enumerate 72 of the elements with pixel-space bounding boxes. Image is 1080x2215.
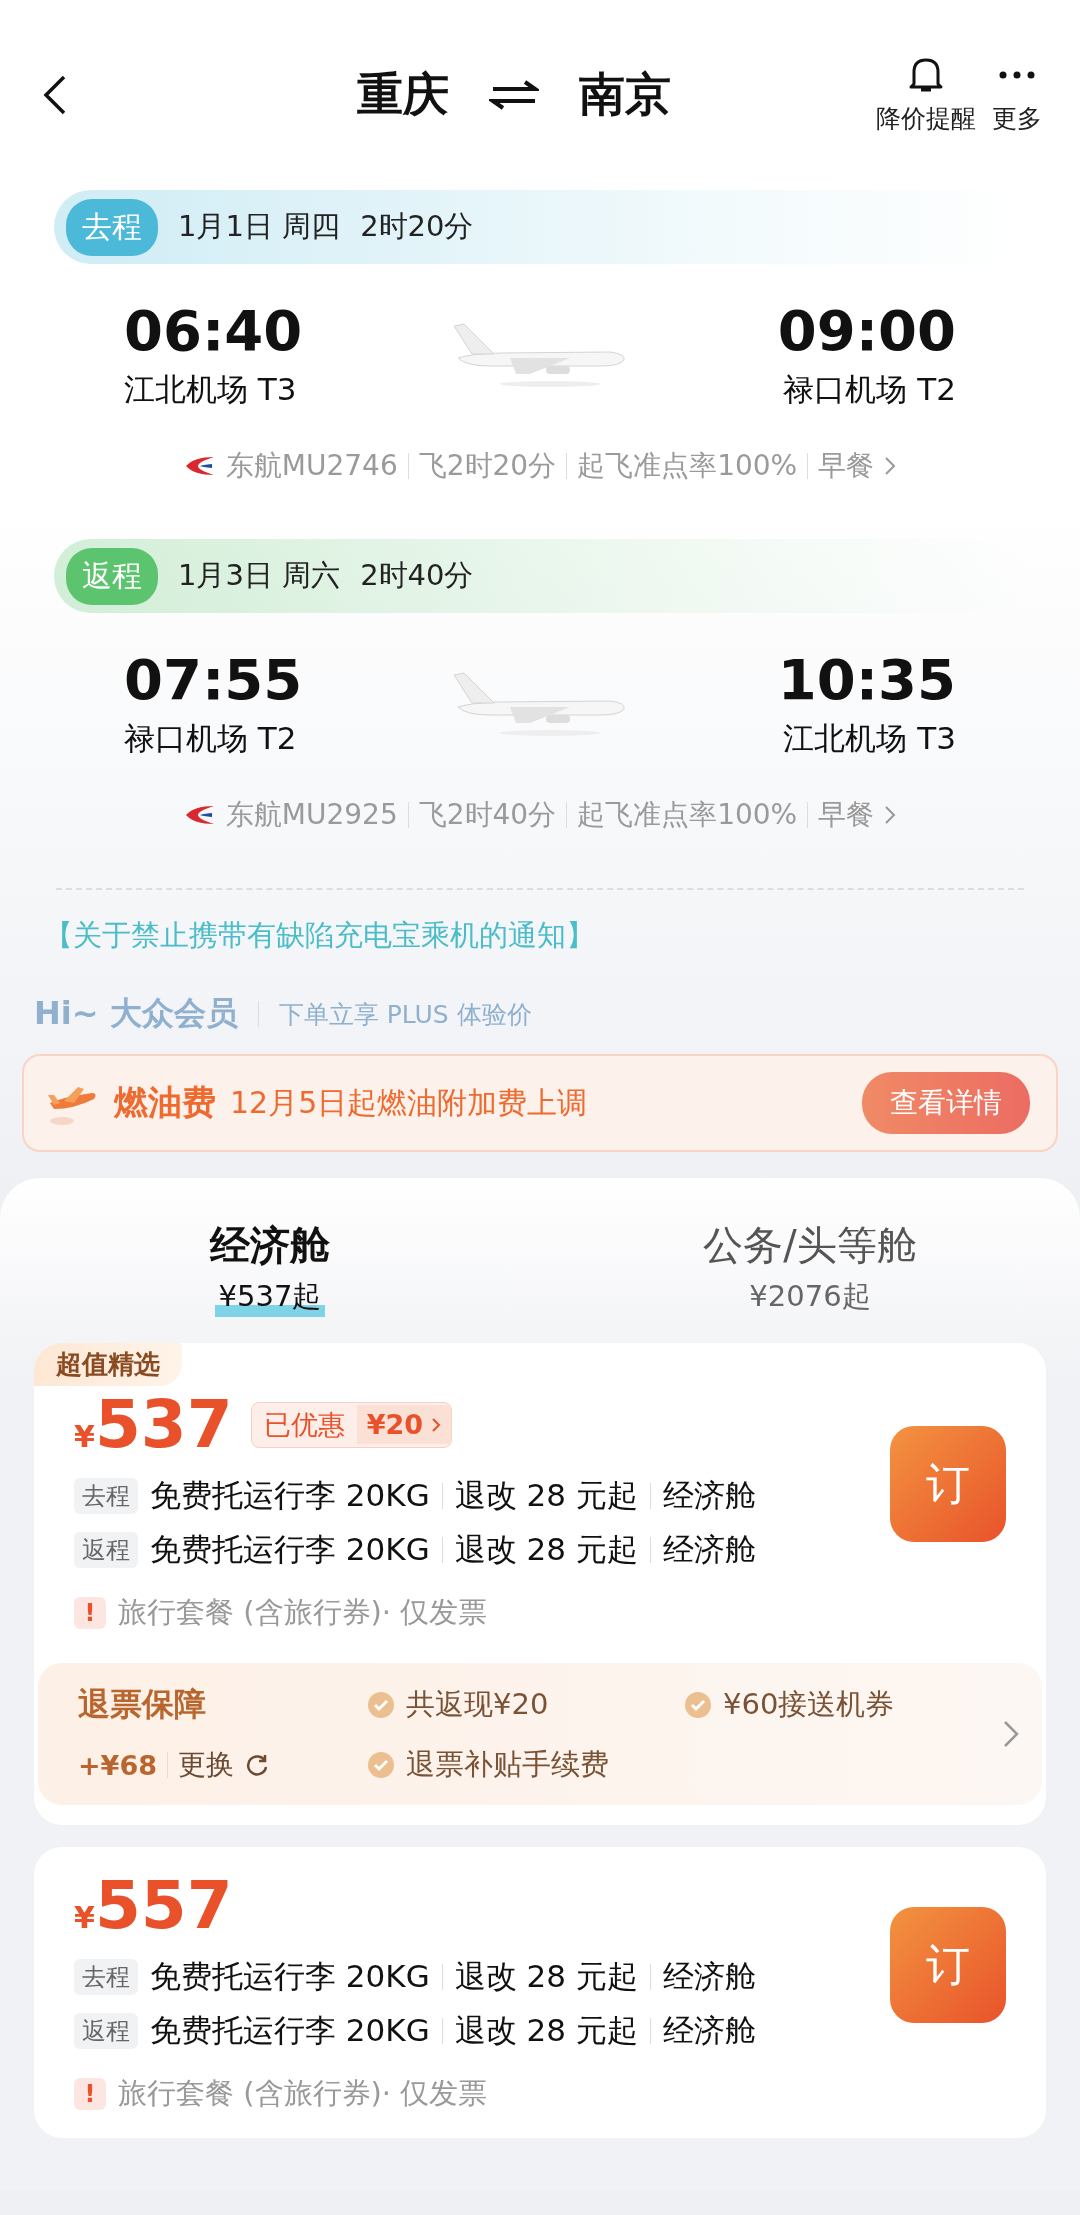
change-link[interactable]: 更换 [178,1746,234,1784]
refresh-icon[interactable] [244,1752,270,1778]
segment-info: 免费托运行李 20KG [150,1530,430,1569]
flight-info: 飞2时20分 [418,448,557,484]
member-title: Hi~ 大众会员 [34,993,238,1034]
flight-info: 飞2时40分 [418,797,557,833]
flight-info: 早餐 [818,448,875,484]
leg-date: 1月1日 周四 [178,208,341,245]
warning-icon: ! [74,1597,106,1629]
package-note: 旅行套餐 (含旅行券)· 仅发票 [118,1594,488,1631]
benefit-text: ¥60接送机券 [723,1686,895,1723]
chevron-right-icon [1002,1719,1020,1749]
segment-info: 经济舱 [662,2011,756,2050]
segment-info: 经济舱 [662,1476,756,1515]
segment-info: 经济舱 [662,1957,756,1996]
fare-price: ¥557 [74,1867,233,1944]
arrival-time: 09:00 [777,298,956,363]
leg-duration: 2时40分 [360,557,474,594]
departure-airport: 禄口机场 T2 [124,719,297,758]
check-icon [368,1692,394,1718]
segment-tag: 返程 [74,1532,138,1568]
arrival-time: 10:35 [777,647,956,712]
origin-city: 重庆 [357,66,449,123]
check-icon [685,1692,711,1718]
segment-info: 经济舱 [662,1530,756,1569]
leg-tag: 返程 [66,547,158,605]
chevron-right-icon [431,1416,442,1433]
departure-time: 07:55 [124,647,303,712]
departure-airport: 江北机场 T3 [124,370,297,409]
fuel-title: 燃油费 [114,1081,216,1124]
benefit-text: 退票补贴手续费 [406,1746,609,1783]
flight-info: 东航MU2746 [225,448,398,484]
member-text: 下单立享 PLUS 体验价 [278,998,532,1031]
cabin-tab[interactable]: 经济舱 ¥537起 [0,1218,540,1317]
more-button[interactable]: 更多 [984,55,1050,135]
segment-tag: 去程 [74,1959,138,1995]
fuel-text: 12月5日起燃油附加费上调 [230,1083,589,1122]
segment-info: 退改 28 元起 [454,1957,638,1996]
swap-icon[interactable] [489,80,539,110]
cabin-tab[interactable]: 公务/头等舱 ¥2076起 [540,1218,1080,1317]
leg-duration: 2时20分 [360,208,474,245]
more-icon [997,70,1037,79]
segment-tag: 返程 [74,2013,138,2049]
fare-price: ¥537 [74,1386,233,1463]
fare-badge: 超值精选 [34,1343,182,1386]
check-icon [368,1752,394,1778]
warning-icon: ! [74,2078,106,2110]
flight-info: 起飞准点率100% [577,448,798,484]
segment-tag: 去程 [74,1478,138,1514]
arrival-airport: 禄口机场 T2 [783,370,956,409]
package-note: 旅行套餐 (含旅行券)· 仅发票 [118,2075,488,2112]
segment-info: 退改 28 元起 [454,2011,638,2050]
protection-panel[interactable]: 退票保障 共返现¥20 ¥60接送机券 +¥68 更换 退票补贴手续费 [38,1663,1042,1805]
arrival-airport: 江北机场 T3 [783,719,956,758]
protection-title: 退票保障 [78,1684,207,1725]
chevron-right-icon [884,805,897,825]
flight-info: 东航MU2925 [225,797,398,833]
segment-info: 退改 28 元起 [454,1530,638,1569]
flight-info: 起飞准点率100% [577,797,798,833]
segment-info: 免费托运行李 20KG [150,1476,430,1515]
protection-price: +¥68 [78,1749,157,1781]
chevron-right-icon [884,456,897,476]
destination-city: 南京 [579,66,671,123]
price-alert-button[interactable]: 降价提醒 [868,55,984,135]
flight-info: 早餐 [818,797,875,833]
segment-info: 免费托运行李 20KG [150,2011,430,2050]
departure-time: 06:40 [124,298,303,363]
leg-date: 1月3日 周六 [178,557,341,594]
leg-tag: 去程 [66,198,158,256]
segment-info: 免费托运行李 20KG [150,1957,430,1996]
benefit-text: 共返现¥20 [406,1686,549,1723]
segment-info: 退改 28 元起 [454,1476,638,1515]
